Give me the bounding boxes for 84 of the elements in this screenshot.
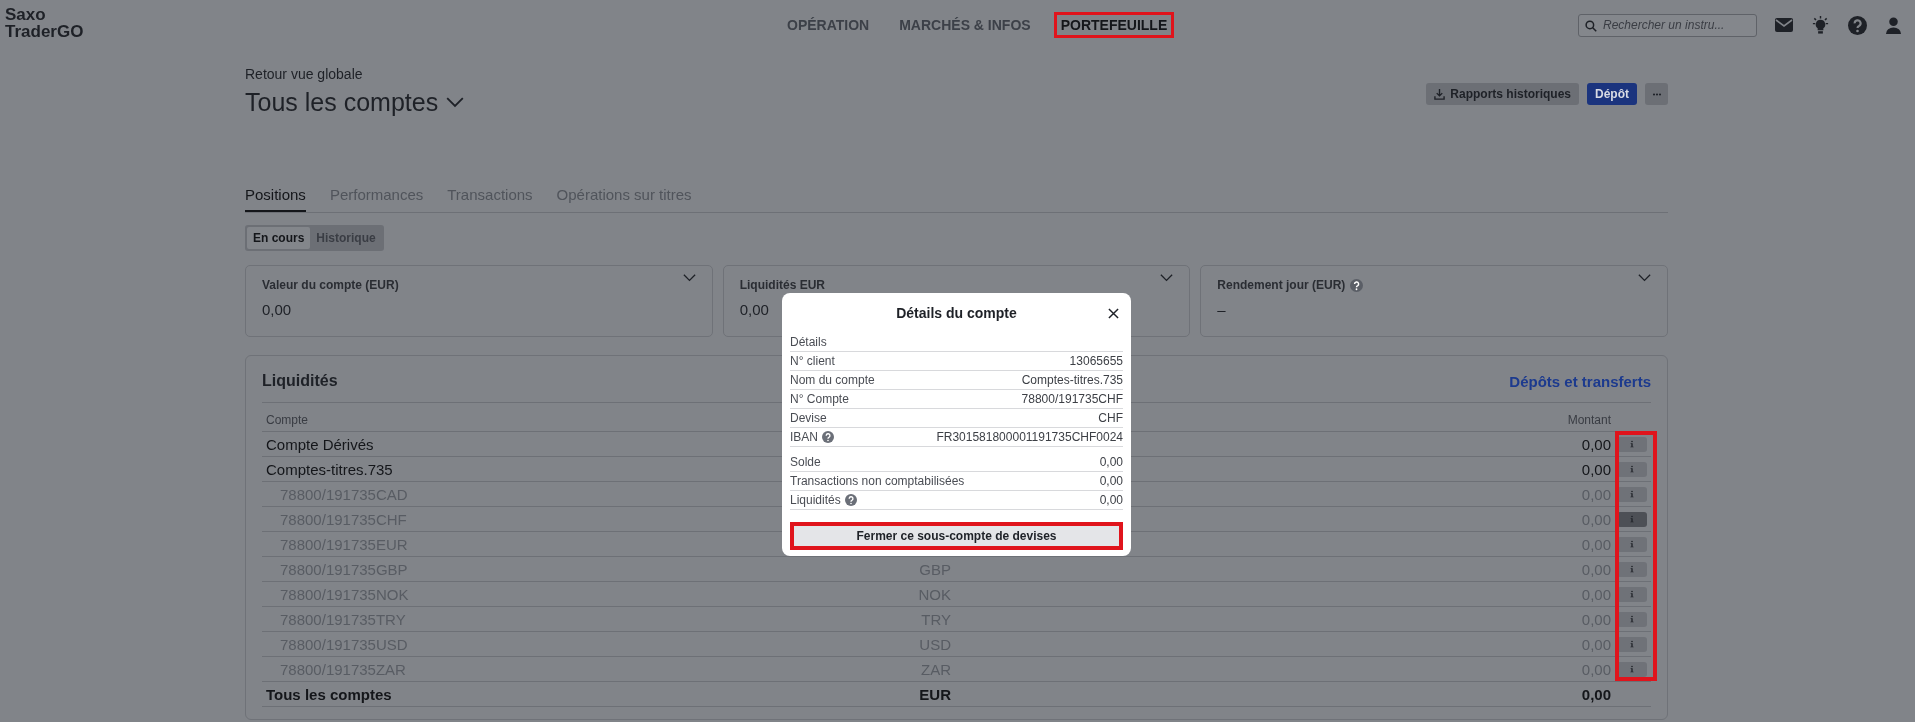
help-icon (1350, 278, 1364, 292)
info-icon (1630, 540, 1634, 548)
reports-button[interactable]: Rapports historiques (1426, 83, 1579, 105)
card-value: 0,00 (739, 301, 770, 318)
detail-value: Comptes-titres.735 (1021, 373, 1123, 387)
detail-label: N° Compte (790, 392, 849, 406)
card-label: Liquidités EUR (739, 278, 825, 292)
search-field[interactable]: Rechercher un instru... (1578, 13, 1757, 37)
info-button[interactable] (1617, 511, 1647, 527)
detail-label: Devise (790, 411, 827, 425)
amount: 0,00 (1581, 685, 1611, 703)
back-link[interactable]: Retour vue globale (245, 66, 465, 82)
ellipsis-icon (1651, 92, 1662, 96)
amount: 0,00 (1581, 435, 1611, 453)
detail-value: 13065655 (1069, 354, 1123, 368)
dialog-title: Détails du compte (896, 305, 1017, 321)
section-heading: Détails (790, 335, 827, 349)
detail-value: 78800/191735CHF (1021, 392, 1123, 406)
transfers-link[interactable]: Dépôts et transferts (1509, 372, 1651, 390)
info-button[interactable] (1617, 536, 1647, 552)
detail-value: 0,00 (1099, 474, 1123, 488)
detail-label: Solde (790, 455, 821, 469)
chevron-down-icon[interactable] (682, 274, 696, 283)
nav-link[interactable]: OPÉRATION (780, 12, 877, 38)
help-icon (1848, 15, 1867, 35)
info-icon (1630, 565, 1634, 573)
info-icon (1630, 465, 1634, 473)
chevron-down-icon[interactable] (1638, 274, 1651, 283)
help-icon (822, 431, 834, 443)
nav-link[interactable]: MARCHÉS & INFOS (892, 12, 1038, 38)
info-button[interactable] (1617, 636, 1647, 652)
account-name: Comptes-titres.735 (266, 460, 393, 478)
detail-label: IBAN (790, 430, 818, 444)
currency: EUR (919, 685, 951, 703)
help-icon (844, 494, 857, 506)
detail-label: Transactions non comptabilisées (790, 474, 965, 488)
info-button[interactable] (1617, 436, 1647, 452)
detail-value: CHF (1098, 411, 1123, 425)
close-icon (1108, 308, 1119, 319)
total-label: Tous les comptes (266, 685, 392, 703)
account-name: Compte Dérivés (266, 435, 374, 453)
info-button[interactable] (1617, 586, 1647, 602)
info-icon (1630, 490, 1634, 498)
search-icon (1585, 19, 1597, 32)
info-icon (1630, 665, 1634, 673)
card-value: – (1217, 301, 1227, 318)
download-icon (1434, 88, 1446, 100)
logo: Saxo TraderGO (5, 6, 84, 40)
info-button[interactable] (1617, 661, 1647, 677)
column-header: Compte (266, 413, 309, 427)
info-icon (1630, 615, 1634, 623)
info-button[interactable] (1617, 561, 1647, 577)
chevron-down-icon[interactable] (1160, 274, 1174, 283)
close-button[interactable] (1106, 306, 1121, 321)
detail-label: Liquidités (790, 493, 841, 507)
deposit-button[interactable]: Dépôt (1587, 83, 1637, 105)
info-icon (1630, 515, 1634, 523)
info-icon (1630, 590, 1634, 598)
amount: 0,00 (1581, 460, 1611, 478)
detail-value: 0,00 (1099, 493, 1123, 507)
close-subaccount-button[interactable]: Fermer ce sous-compte de devises (790, 522, 1123, 550)
lightbulb-icon (1811, 15, 1830, 35)
account-dropdown[interactable]: Tous les comptes (245, 88, 465, 117)
info-button[interactable] (1617, 486, 1647, 502)
more-button[interactable] (1645, 83, 1668, 105)
panel-title: Liquidités (262, 372, 338, 390)
detail-value: 0,00 (1099, 455, 1123, 469)
card-label: Rendement jour (EUR) (1217, 278, 1346, 292)
detail-value: FR301581800001191735CHF0024 (936, 430, 1123, 444)
info-icon (1630, 440, 1634, 448)
user-icon (1885, 16, 1902, 34)
mail-icon (1775, 18, 1793, 32)
card-label: Valeur du compte (EUR) (262, 278, 399, 292)
nav-link[interactable]: PORTEFEUILLE (1053, 12, 1175, 38)
chevron-down-icon (446, 96, 465, 109)
detail-label: Nom du compte (790, 373, 875, 387)
card-value: 0,00 (262, 301, 293, 318)
tab[interactable]: Positions (245, 186, 306, 212)
info-icon (1630, 640, 1634, 648)
segment-button[interactable]: En cours (247, 227, 311, 249)
info-button[interactable] (1617, 611, 1647, 627)
column-header: Montant (1567, 413, 1611, 427)
detail-label: N° client (790, 354, 835, 368)
info-button[interactable] (1617, 461, 1647, 477)
